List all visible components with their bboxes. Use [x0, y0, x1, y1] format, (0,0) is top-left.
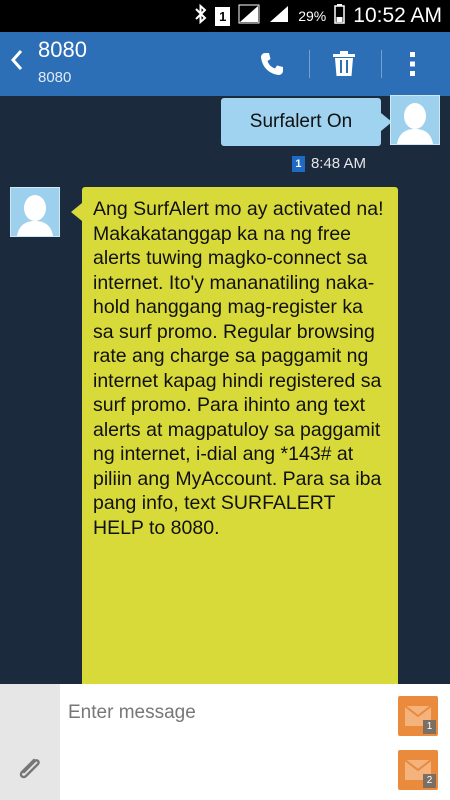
- send-sim2-button[interactable]: 2: [398, 750, 438, 790]
- trash-icon: [333, 51, 355, 76]
- conversation-header: 8080 8080: [0, 32, 450, 96]
- sim-badge: 1: [291, 155, 305, 172]
- status-time: 10:52 AM: [353, 4, 442, 27]
- sim1-badge: 1: [423, 720, 436, 734]
- message-input[interactable]: [62, 688, 394, 738]
- signal-icon: [268, 4, 290, 29]
- chevron-left-icon: [10, 50, 23, 70]
- outgoing-message-meta: 1 8:48 AM: [291, 155, 366, 172]
- more-options-button[interactable]: [391, 42, 435, 86]
- contact-name: 8080: [38, 37, 87, 62]
- person-icon: [397, 103, 433, 144]
- paperclip-icon: [19, 758, 40, 779]
- person-icon: [17, 195, 53, 236]
- my-avatar[interactable]: [390, 95, 440, 145]
- status-icons: 1 29% 10:52 AM: [195, 0, 442, 32]
- contact-avatar[interactable]: [10, 187, 60, 237]
- send-sim1-button[interactable]: 1: [398, 696, 438, 736]
- contact-number: 8080: [38, 69, 72, 86]
- more-vert-icon: [410, 52, 415, 76]
- battery-icon: [334, 3, 346, 29]
- battery-percent: 29%: [298, 8, 327, 24]
- back-button[interactable]: [10, 48, 24, 77]
- status-bar: 1 29% 10:52 AM: [0, 0, 450, 32]
- call-button[interactable]: [250, 42, 294, 86]
- phone-icon: [261, 53, 283, 75]
- incoming-bubble-tail: [71, 203, 82, 221]
- incoming-message-bubble[interactable]: Ang SurfAlert mo ay activated na! Makaka…: [82, 187, 398, 707]
- sim2-badge: 2: [423, 774, 436, 788]
- attach-button[interactable]: [0, 684, 60, 800]
- header-separator: [381, 50, 382, 78]
- bluetooth-icon: [195, 3, 207, 29]
- hd-signal-icon: [238, 4, 260, 29]
- outgoing-time: 8:48 AM: [310, 155, 366, 172]
- message-composer: 1 2: [0, 684, 450, 800]
- header-separator: [309, 50, 310, 78]
- sim-indicator: 1: [215, 6, 231, 26]
- delete-button[interactable]: [322, 42, 366, 86]
- outgoing-message-bubble[interactable]: Surfalert On: [221, 98, 381, 146]
